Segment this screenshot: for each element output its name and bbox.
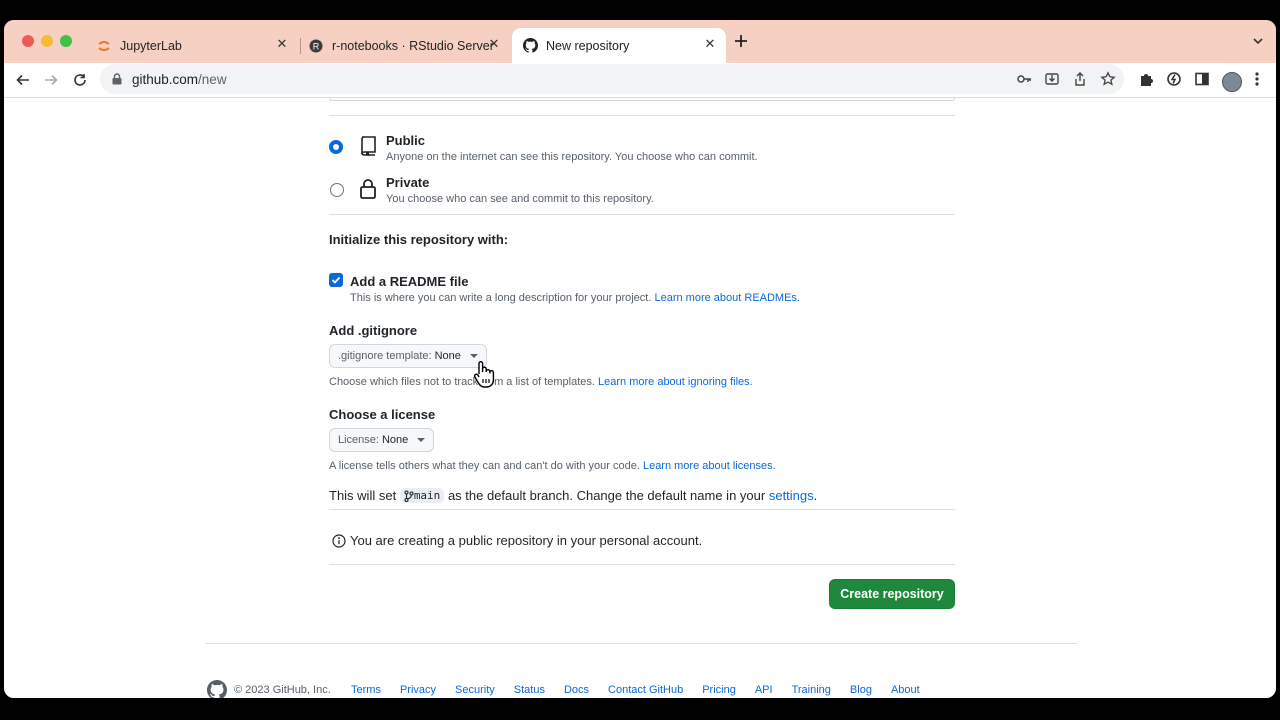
page-content: Public Anyone on the internet can see th… [4, 98, 1276, 698]
description-input-edge[interactable] [329, 98, 955, 101]
tab-title: New repository [546, 38, 630, 53]
close-tab-icon[interactable]: ✕ [486, 36, 502, 52]
close-window-button[interactable] [22, 35, 34, 47]
license-description: A license tells others what they can and… [329, 460, 776, 472]
forward-arrow-icon[interactable] [41, 70, 61, 90]
create-repository-button[interactable]: Create repository [829, 579, 955, 609]
tab-jupyterlab[interactable]: JupyterLab ✕ [92, 28, 298, 63]
footer-link-blog[interactable]: Blog [850, 684, 872, 696]
footer-link-privacy[interactable]: Privacy [400, 684, 436, 696]
tab-rstudio[interactable]: R r-notebooks · RStudio Server ✕ [304, 28, 510, 63]
footer-link-pricing[interactable]: Pricing [702, 684, 736, 696]
footer-copyright: © 2023 GitHub, Inc. [234, 684, 331, 696]
dropdown-caret-icon [469, 354, 478, 358]
divider [329, 564, 955, 565]
key-icon[interactable] [1016, 71, 1032, 92]
omnibox-actions [1016, 71, 1116, 92]
browser-toolbar: github.com/new [4, 63, 1276, 98]
more-menu-icon[interactable] [1254, 71, 1260, 92]
footer-link-docs[interactable]: Docs [564, 684, 589, 696]
info-icon [332, 533, 346, 548]
dropdown-caret-icon [417, 438, 426, 442]
puzzle-extensions-icon[interactable] [1138, 71, 1154, 92]
minimize-window-button[interactable] [41, 35, 53, 47]
tab-new-repository[interactable]: New repository ✕ [512, 28, 726, 63]
close-tab-icon[interactable]: ✕ [274, 36, 290, 52]
rstudio-icon: R [308, 38, 324, 54]
close-tab-icon[interactable]: ✕ [702, 36, 718, 52]
tab-title: JupyterLab [120, 38, 182, 53]
browser-window: JupyterLab ✕ R r-notebooks · RStudio Ser… [4, 20, 1276, 698]
tab-strip: JupyterLab ✕ R r-notebooks · RStudio Ser… [4, 20, 1276, 63]
public-notice: You are creating a public repository in … [332, 533, 702, 548]
footer-divider [206, 643, 1077, 644]
divider [329, 115, 955, 116]
tab-search-chevron-icon[interactable] [1252, 34, 1264, 52]
footer-links: Terms Privacy Security Status Docs Conta… [351, 684, 939, 696]
readme-label[interactable]: Add a README file [350, 274, 468, 289]
footer-link-training[interactable]: Training [792, 684, 831, 696]
repo-book-icon [359, 135, 377, 162]
lock-icon [359, 178, 377, 205]
back-arrow-icon[interactable] [13, 70, 33, 90]
extension-icon[interactable] [1166, 71, 1182, 92]
footer-link-contact[interactable]: Contact GitHub [608, 684, 683, 696]
side-panel-icon[interactable] [1194, 71, 1210, 92]
public-label: Public [386, 133, 426, 148]
github-icon [522, 38, 538, 54]
reload-icon[interactable] [70, 70, 90, 90]
settings-link[interactable]: settings [769, 488, 814, 503]
extension-area [1138, 71, 1260, 92]
profile-avatar[interactable] [1222, 71, 1242, 92]
footer-link-terms[interactable]: Terms [351, 684, 381, 696]
branch-chip: main [399, 488, 445, 503]
url-text: github.com/new [132, 71, 227, 87]
share-icon[interactable] [1072, 71, 1088, 92]
footer-link-about[interactable]: About [891, 684, 920, 696]
tab-separator [300, 38, 301, 54]
license-heading: Choose a license [329, 407, 436, 422]
readme-description: This is where you can write a long descr… [350, 292, 800, 304]
jupyter-icon [96, 38, 112, 54]
new-tab-button[interactable] [734, 32, 748, 52]
readme-checkbox[interactable] [329, 273, 343, 287]
svg-text:R: R [313, 41, 320, 51]
install-app-icon[interactable] [1044, 71, 1060, 92]
bookmark-star-icon[interactable] [1100, 71, 1116, 92]
gitignore-description: Choose which files not to track from a l… [329, 376, 753, 388]
gitignore-template-select[interactable]: .gitignore template: None [329, 344, 487, 368]
tab-title: r-notebooks · RStudio Server [332, 38, 494, 53]
hand-cursor-icon [472, 360, 496, 395]
git-branch-icon [404, 489, 414, 502]
gitignore-learn-more-link[interactable]: Learn more about ignoring files. [598, 376, 753, 388]
initialize-heading: Initialize this repository with: [329, 232, 509, 247]
lock-icon[interactable] [112, 73, 122, 85]
private-label: Private [386, 175, 430, 190]
default-branch-note: This will set main as the default branch… [329, 488, 818, 503]
footer-link-status[interactable]: Status [514, 684, 545, 696]
address-bar[interactable]: github.com/new [100, 64, 1124, 94]
license-learn-more-link[interactable]: Learn more about licenses. [643, 460, 776, 472]
private-radio[interactable] [330, 183, 344, 197]
footer-link-api[interactable]: API [755, 684, 773, 696]
private-description: You choose who can see and commit to thi… [386, 193, 654, 205]
footer-link-security[interactable]: Security [455, 684, 495, 696]
public-radio[interactable] [329, 140, 343, 154]
gitignore-heading: Add .gitignore [329, 323, 418, 338]
readme-learn-more-link[interactable]: Learn more about READMEs. [654, 292, 800, 304]
divider [329, 214, 955, 215]
maximize-window-button[interactable] [60, 35, 72, 47]
license-select[interactable]: License: None [329, 428, 435, 452]
github-mark-icon[interactable] [207, 680, 228, 698]
divider [329, 509, 955, 510]
public-description: Anyone on the internet can see this repo… [386, 151, 758, 163]
